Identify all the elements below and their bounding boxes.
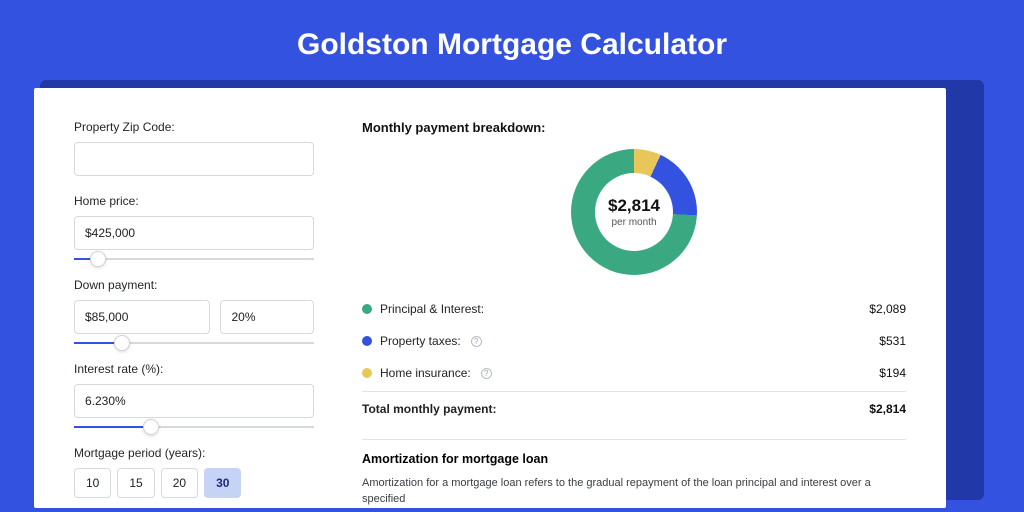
- down-payment-slider-thumb[interactable]: [114, 335, 130, 351]
- card-shadow: Property Zip Code: Home price: Down paym…: [40, 80, 984, 500]
- info-icon[interactable]: ?: [481, 368, 492, 379]
- donut-amount: $2,814: [608, 196, 660, 216]
- legend-row-taxes: Property taxes: ? $531: [362, 325, 906, 357]
- breakdown-column: Monthly payment breakdown: $2,814 per mo…: [362, 120, 906, 508]
- home-price-label: Home price:: [74, 194, 314, 208]
- legend-value: $531: [879, 334, 906, 348]
- legend-row-principal: Principal & Interest: $2,089: [362, 293, 906, 325]
- divider: [362, 439, 906, 440]
- zip-field: Property Zip Code:: [74, 120, 314, 176]
- home-price-slider[interactable]: [74, 258, 314, 260]
- legend-row-total: Total monthly payment: $2,814: [362, 391, 906, 425]
- interest-rate-slider-fill: [74, 426, 151, 428]
- legend-label: Property taxes:: [380, 334, 461, 348]
- amortization-title: Amortization for mortgage loan: [362, 452, 906, 466]
- dot-icon: [362, 368, 372, 378]
- period-btn-15[interactable]: 15: [117, 468, 154, 498]
- interest-rate-slider[interactable]: [74, 426, 314, 428]
- mortgage-period-field: Mortgage period (years): 10 15 20 30: [74, 446, 314, 498]
- home-price-field: Home price:: [74, 194, 314, 260]
- zip-label: Property Zip Code:: [74, 120, 314, 134]
- legend-value: $194: [879, 366, 906, 380]
- down-payment-pct-input[interactable]: [220, 300, 314, 334]
- info-icon[interactable]: ?: [471, 336, 482, 347]
- home-price-input[interactable]: [74, 216, 314, 250]
- donut-center: $2,814 per month: [595, 173, 673, 251]
- down-payment-slider[interactable]: [74, 342, 314, 344]
- interest-rate-field: Interest rate (%):: [74, 362, 314, 428]
- page-title: Goldston Mortgage Calculator: [0, 0, 1024, 80]
- mortgage-period-options: 10 15 20 30: [74, 468, 314, 498]
- legend-value: $2,089: [869, 302, 906, 316]
- calculator-card: Property Zip Code: Home price: Down paym…: [34, 88, 946, 508]
- dot-icon: [362, 336, 372, 346]
- legend-row-insurance: Home insurance: ? $194: [362, 357, 906, 389]
- interest-rate-input[interactable]: [74, 384, 314, 418]
- donut-chart: $2,814 per month: [571, 149, 697, 275]
- dot-icon: [362, 304, 372, 314]
- breakdown-title: Monthly payment breakdown:: [362, 120, 906, 135]
- amortization-text: Amortization for a mortgage loan refers …: [362, 476, 906, 508]
- zip-input[interactable]: [74, 142, 314, 176]
- donut-wrap: $2,814 per month: [362, 149, 906, 275]
- period-btn-30[interactable]: 30: [204, 468, 241, 498]
- legend-label: Principal & Interest:: [380, 302, 484, 316]
- interest-rate-slider-thumb[interactable]: [143, 419, 159, 435]
- form-column: Property Zip Code: Home price: Down paym…: [74, 120, 314, 508]
- mortgage-period-label: Mortgage period (years):: [74, 446, 314, 460]
- legend-total-value: $2,814: [869, 402, 906, 416]
- donut-sub: per month: [611, 217, 656, 228]
- legend-total-label: Total monthly payment:: [362, 402, 496, 416]
- down-payment-label: Down payment:: [74, 278, 314, 292]
- period-btn-10[interactable]: 10: [74, 468, 111, 498]
- legend-label: Home insurance:: [380, 366, 471, 380]
- period-btn-20[interactable]: 20: [161, 468, 198, 498]
- down-payment-amount-input[interactable]: [74, 300, 210, 334]
- down-payment-field: Down payment:: [74, 278, 314, 344]
- interest-rate-label: Interest rate (%):: [74, 362, 314, 376]
- home-price-slider-thumb[interactable]: [90, 251, 106, 267]
